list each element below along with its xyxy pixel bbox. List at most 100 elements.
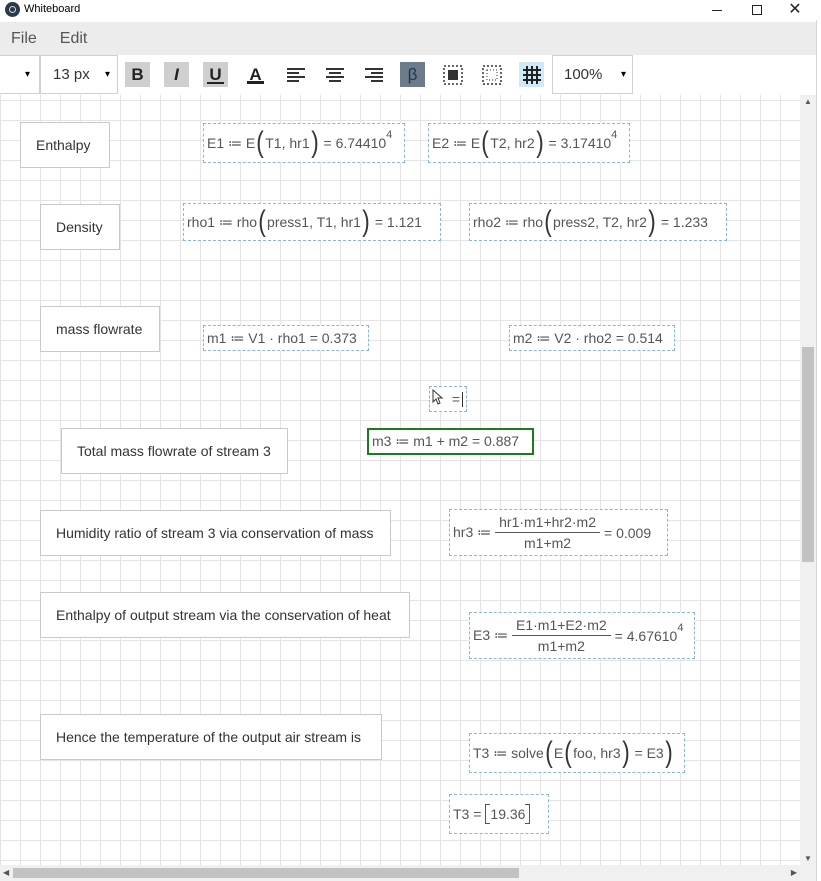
m1-expression: m1 ≔ V1 · rho1 = 0.373: [207, 329, 357, 346]
math-box-t3-solve[interactable]: T3 ≔ solve(E(foo, hr3) = E3): [469, 733, 685, 773]
maximize-button[interactable]: [737, 0, 777, 20]
math-box-e2[interactable]: E2 ≔ E(T2, hr2) = 3.17410 4: [428, 123, 630, 163]
no-border-button[interactable]: [479, 62, 504, 87]
minimize-button[interactable]: [697, 0, 737, 20]
app-logo-icon: [5, 2, 20, 17]
e2-args: T2, hr2: [490, 135, 535, 151]
italic-icon: I: [174, 64, 179, 84]
mouse-pointer-icon: [432, 389, 444, 405]
e1-result: = 6.74410: [323, 135, 387, 151]
title-bar: Whiteboard ✕: [0, 0, 821, 20]
symbol-button[interactable]: β: [400, 62, 425, 87]
close-icon: ✕: [788, 1, 802, 18]
math-box-m1[interactable]: m1 ≔ V1 · rho1 = 0.373: [203, 325, 369, 351]
text-box-enthalpy-out[interactable]: Enthalpy of output stream via the conser…: [40, 592, 410, 638]
text-box-total-mass[interactable]: Total mass flowrate of stream 3: [61, 428, 288, 474]
rho2-lhs: rho2 ≔ rho: [473, 213, 544, 230]
scroll-left-icon[interactable]: ◀: [3, 868, 9, 877]
math-box-hr3[interactable]: hr3 ≔ hr1·m1+hr2·m2 m1+m2 = 0.009: [449, 509, 668, 556]
grid-toggle-button[interactable]: [519, 62, 544, 87]
e2-exponent: 4: [611, 129, 618, 141]
whiteboard-canvas[interactable]: Enthalpy E1 ≔ E(T1, hr1) = 6.74410 4 E2 ≔…: [0, 95, 800, 865]
align-center-button[interactable]: [322, 62, 347, 87]
align-center-icon: [325, 67, 344, 82]
zoom-select[interactable]: 100% ▾: [552, 55, 633, 94]
hr3-result: = 0.009: [604, 524, 652, 541]
t3-solve-rhs: = E3: [634, 745, 664, 761]
text-box-temperature[interactable]: Hence the temperature of the output air …: [40, 714, 382, 760]
text-humidity: Humidity ratio of stream 3 via conservat…: [56, 525, 374, 541]
open-paren: (: [564, 736, 572, 769]
e3-exponent: 4: [677, 621, 684, 634]
e2-result: = 3.17410: [548, 135, 612, 151]
rho1-result: = 1.121: [374, 214, 422, 230]
grid-icon: [522, 65, 541, 84]
font-size-select[interactable]: 13 px ▾: [40, 55, 118, 94]
close-paren: ): [621, 736, 630, 769]
t3-inner-function: E: [553, 745, 564, 761]
hr3-fraction: hr1·m1+hr2·m2 m1+m2: [495, 514, 600, 551]
e1-exponent: 4: [386, 129, 393, 141]
math-box-m3[interactable]: m3 ≔ m1 + m2 = 0.887: [367, 428, 534, 455]
border-button[interactable]: [440, 62, 465, 87]
window-right-edge: [816, 20, 821, 881]
close-paren: ): [535, 126, 544, 159]
text-enthalpy: Enthalpy: [36, 137, 91, 153]
toolbar: ▾ 13 px ▾ B I U A β 100% ▾: [0, 55, 816, 95]
italic-button[interactable]: I: [164, 62, 189, 87]
vertical-scroll-thumb[interactable]: [802, 347, 814, 562]
math-box-e1[interactable]: E1 ≔ E(T1, hr1) = 6.74410 4: [203, 123, 405, 163]
m2-expression: m2 ≔ V2 · rho2 = 0.514: [513, 329, 663, 346]
close-paren: ): [664, 736, 673, 769]
chevron-down-icon: ▾: [105, 69, 111, 80]
text-temperature: Hence the temperature of the output air …: [56, 729, 362, 745]
text-box-enthalpy[interactable]: Enthalpy: [20, 122, 110, 168]
scroll-up-icon[interactable]: ▲: [804, 97, 812, 106]
e1-lhs: E1 ≔ E: [207, 134, 256, 151]
e3-result: = 4.67610: [614, 627, 678, 644]
math-box-t3-eval[interactable]: T3 = 19.36: [449, 794, 549, 834]
math-box-m2[interactable]: m2 ≔ V2 · rho2 = 0.514: [509, 325, 675, 351]
text-total-mass: Total mass flowrate of stream 3: [77, 443, 271, 459]
text-density: Density: [56, 219, 103, 235]
open-paren: (: [258, 205, 266, 238]
font-color-bar: [247, 81, 264, 84]
t3-solve-lhs: T3 ≔ solve: [473, 744, 544, 761]
text-box-mass-flowrate[interactable]: mass flowrate: [40, 306, 160, 352]
rho1-args: press1, T1, hr1: [267, 214, 361, 230]
menu-file[interactable]: File: [11, 30, 37, 48]
scroll-right-icon[interactable]: ▶: [791, 868, 797, 877]
math-box-rho1[interactable]: rho1 ≔ rho(press1, T1, hr1) = 1.121: [183, 203, 441, 241]
menu-bar: File Edit: [0, 22, 816, 55]
e1-args: T1, hr1: [265, 135, 310, 151]
align-left-icon: [286, 67, 305, 82]
text-box-density[interactable]: Density: [40, 204, 120, 250]
scrollbar-corner: [800, 865, 816, 881]
no-border-icon: [481, 64, 502, 85]
align-right-button[interactable]: [361, 62, 386, 87]
underline-bar: [207, 82, 224, 84]
text-enthalpy-out: Enthalpy of output stream via the conser…: [56, 607, 391, 623]
scroll-down-icon[interactable]: ▼: [804, 854, 812, 863]
underline-button[interactable]: U: [203, 62, 228, 87]
rho1-lhs: rho1 ≔ rho: [187, 213, 258, 230]
hr3-numerator: hr1·m1+hr2·m2: [495, 514, 600, 533]
close-paren: ): [310, 126, 319, 159]
bold-icon: B: [131, 64, 144, 84]
align-left-button[interactable]: [283, 62, 308, 87]
math-box-e3[interactable]: E3 ≔ E1·m1+E2·m2 m1+m2 = 4.67610 4: [469, 612, 695, 659]
horizontal-scroll-thumb[interactable]: [13, 868, 519, 878]
text-box-humidity[interactable]: Humidity ratio of stream 3 via conservat…: [40, 510, 391, 556]
menu-edit[interactable]: Edit: [60, 30, 88, 48]
text-mass-flowrate: mass flowrate: [56, 321, 143, 337]
math-box-rho2[interactable]: rho2 ≔ rho(press2, T2, hr2) = 1.233: [469, 203, 727, 241]
font-color-button[interactable]: A: [243, 62, 268, 87]
close-button[interactable]: ✕: [775, 0, 815, 20]
vertical-scrollbar[interactable]: ▲ ▼: [800, 95, 816, 865]
hr3-lhs: hr3 ≔: [453, 524, 492, 540]
open-paren: (: [481, 126, 490, 159]
bold-button[interactable]: B: [125, 62, 150, 87]
horizontal-scrollbar[interactable]: ◀ ▶: [0, 865, 800, 881]
e3-fraction: E1·m1+E2·m2 m1+m2: [512, 617, 611, 654]
font-family-select[interactable]: ▾: [0, 55, 40, 94]
